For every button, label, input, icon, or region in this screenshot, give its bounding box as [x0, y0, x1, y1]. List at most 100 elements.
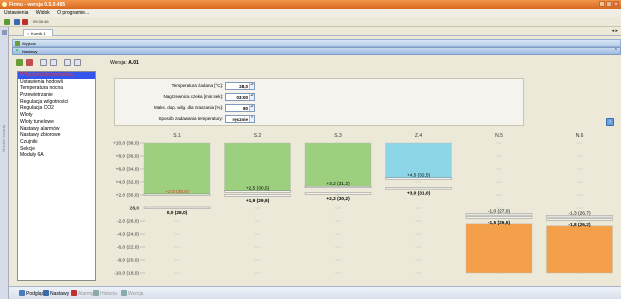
menu-ustawienia[interactable]: Ustawienia — [4, 10, 28, 16]
toolbar: 09:36:46 — [0, 17, 621, 27]
settings-list-item[interactable]: Sekcje — [18, 146, 95, 153]
param-label: Maks. dop. wilg. dla zraszania [%]: — [153, 105, 223, 110]
copy-icon[interactable] — [40, 59, 47, 66]
spin-icon[interactable]: ▴▾ — [249, 83, 254, 89]
settings-list-item[interactable]: Wloty tunelowe — [18, 119, 95, 126]
temperature-input[interactable]: 28,0 ▴▾ — [225, 82, 255, 90]
upper-value-label: +3,2 (31,2) — [326, 181, 350, 187]
param-row-heater-delay: Nagrzewnica czeka [min:sek]: 03:00 ▴▾ — [115, 93, 315, 101]
connect-icon[interactable] — [4, 19, 10, 25]
import-icon[interactable] — [64, 59, 71, 66]
save-icon[interactable] — [14, 19, 20, 25]
help-button[interactable]: ? — [606, 118, 614, 126]
maximize-button[interactable]: □ — [606, 1, 612, 7]
refresh-icon[interactable] — [16, 59, 23, 66]
upper-value-label: +2,5 (30,5) — [246, 186, 270, 192]
section-header: S.3 — [334, 133, 342, 139]
delete-icon[interactable] — [22, 19, 28, 25]
param-row-temperature: Temperatura żadana [°C]: 28,0 ▴▾ — [115, 82, 315, 90]
tools-icon: ✕ — [15, 48, 20, 54]
stop-icon[interactable] — [26, 59, 33, 66]
app-icon — [2, 2, 7, 7]
section-column-n6: N.6 -1,3 (26,7) -1,8 (26,2) — [546, 133, 613, 274]
statusbar-nastawy[interactable]: Nastawy — [43, 290, 69, 297]
status-bar: Podgląd Nastawy Alarmy Historia Wersja — [9, 286, 621, 299]
y-tick-label: +10,0 (38,0) — [113, 141, 139, 147]
pin-icon[interactable] — [2, 30, 7, 35]
settings-list-item[interactable]: Moduły 6A — [18, 152, 95, 159]
menu-bar: Ustawienia Widok O programie... — [0, 9, 621, 17]
lower-threshold-line — [143, 206, 211, 209]
settings-list-item[interactable]: Regulacja wilgotności — [18, 99, 95, 106]
lower-value-label: +1,9 (29,9) — [246, 198, 270, 204]
param-label: Temperatura żadana [°C]: — [171, 83, 223, 88]
param-row-temp-mode: Sposób zadawania temperatury: ręcznie ▾ — [115, 115, 315, 123]
statusbar-label: Nastawy — [50, 291, 70, 297]
tab-scroll-arrows-icon[interactable]: ◂ ▸ — [612, 28, 618, 34]
settings-list-item[interactable]: Przewietrzanie — [18, 92, 95, 99]
section-column-s1: S.1 +2,0 (30,0) 0,0 (28,0) — [143, 133, 211, 274]
statusbar-label: Historia — [100, 291, 117, 297]
collapse-icon[interactable]: ⌃ — [614, 48, 618, 54]
title-bar: Firmu - wersja 0.5.0.485 _ □ × — [0, 0, 621, 9]
upper-value-label: +2,0 (30,0) — [165, 189, 189, 195]
settings-list-item[interactable]: Wloty — [18, 112, 95, 119]
section-bar — [224, 142, 291, 192]
y-tick-label: -8,0 (20,0) — [117, 258, 140, 264]
settings-list-item[interactable]: Regulacja CO2 — [18, 105, 95, 112]
y-tick-label: -2,0 (26,0) — [117, 219, 140, 225]
export-icon[interactable] — [74, 59, 81, 66]
lower-threshold-line — [224, 194, 291, 197]
settings-list-item[interactable]: Temperatura nocna — [18, 85, 95, 92]
section-column-s3: S.3 +3,2 (31,2) +2,2 (30,2) — [304, 133, 372, 274]
param-label: Nagrzewnica czeka [min:sek]: — [163, 94, 223, 99]
y-tick-label: -10,0 (18,0) — [114, 271, 139, 277]
paste-icon[interactable] — [50, 59, 57, 66]
tab-label: Kurnik 1 — [31, 31, 46, 36]
section-bar — [465, 223, 533, 274]
settings-list-item[interactable]: Ustawienia hodowli — [18, 79, 95, 86]
monitor-icon — [19, 290, 25, 296]
section-header: N.6 — [576, 133, 584, 139]
heater-delay-input[interactable]: 03:00 ▴▾ — [225, 93, 255, 101]
minimize-button[interactable]: _ — [599, 1, 605, 7]
upper-value-label: +4,5 (32,5) — [407, 173, 431, 179]
lower-value-label: +3,0 (31,0) — [407, 191, 431, 197]
settings-list-item[interactable]: Wilgotność/temperatura — [18, 72, 95, 79]
sub-header: ✕ Nastawy ⌃ — [12, 47, 621, 55]
side-strip-label[interactable]: Monitor Moduły — [1, 82, 8, 152]
version-bar: Wersja: A.01 — [12, 55, 621, 71]
tab-kurnik-1[interactable]: × Kurnik 1 — [23, 29, 53, 36]
section-column-z4: Z.4 +4,5 (32,5) +3,0 (31,0) — [385, 133, 452, 274]
section-header: S.1 — [173, 133, 181, 139]
chevron-down-icon[interactable]: ▾ — [249, 116, 254, 122]
close-button[interactable]: × — [613, 1, 619, 7]
spin-icon[interactable]: ▴▾ — [249, 94, 254, 100]
settings-panel: Temperatura żadana [°C]: 28,0 ▴▾ Nagrzewn… — [99, 71, 618, 281]
max-humidity-input[interactable]: 80 ▴▾ — [225, 104, 255, 112]
upper-value-label: -1,3 (26,7) — [568, 210, 591, 216]
module-title: Wyjścia — [22, 41, 36, 46]
statusbar-label: Alarmy — [78, 291, 94, 297]
section-bar — [143, 142, 211, 196]
settings-list-item[interactable]: Nastawy alarmów — [18, 126, 95, 133]
module-header: Wyjścia — [12, 39, 621, 47]
tab-close-icon[interactable]: × — [27, 31, 29, 36]
settings-list-item[interactable]: Nastawy zbiorowe — [18, 132, 95, 139]
param-label: Sposób zadawania temperatury: — [158, 116, 223, 121]
temp-mode-select[interactable]: ręcznie ▾ — [225, 115, 255, 123]
clock-display: 09:36:46 — [33, 19, 49, 24]
version-value: A.01 — [128, 60, 139, 66]
spin-icon[interactable]: ▴▾ — [249, 105, 254, 111]
settings-list-item[interactable]: Czujniki — [18, 139, 95, 146]
y-tick-label: +6,0 (34,0) — [116, 167, 140, 173]
lower-threshold-line — [304, 192, 372, 195]
section-header: N.5 — [495, 133, 503, 139]
menu-o-programie[interactable]: O programie... — [57, 10, 89, 16]
section-header: Z.4 — [415, 133, 422, 139]
statusbar-podgląd[interactable]: Podgląd — [19, 290, 44, 297]
window-title: Firmu - wersja 0.5.0.485 — [9, 2, 66, 8]
menu-widok[interactable]: Widok — [36, 10, 50, 16]
section-header: S.2 — [254, 133, 262, 139]
y-tick-label: -6,0 (22,0) — [117, 245, 140, 251]
